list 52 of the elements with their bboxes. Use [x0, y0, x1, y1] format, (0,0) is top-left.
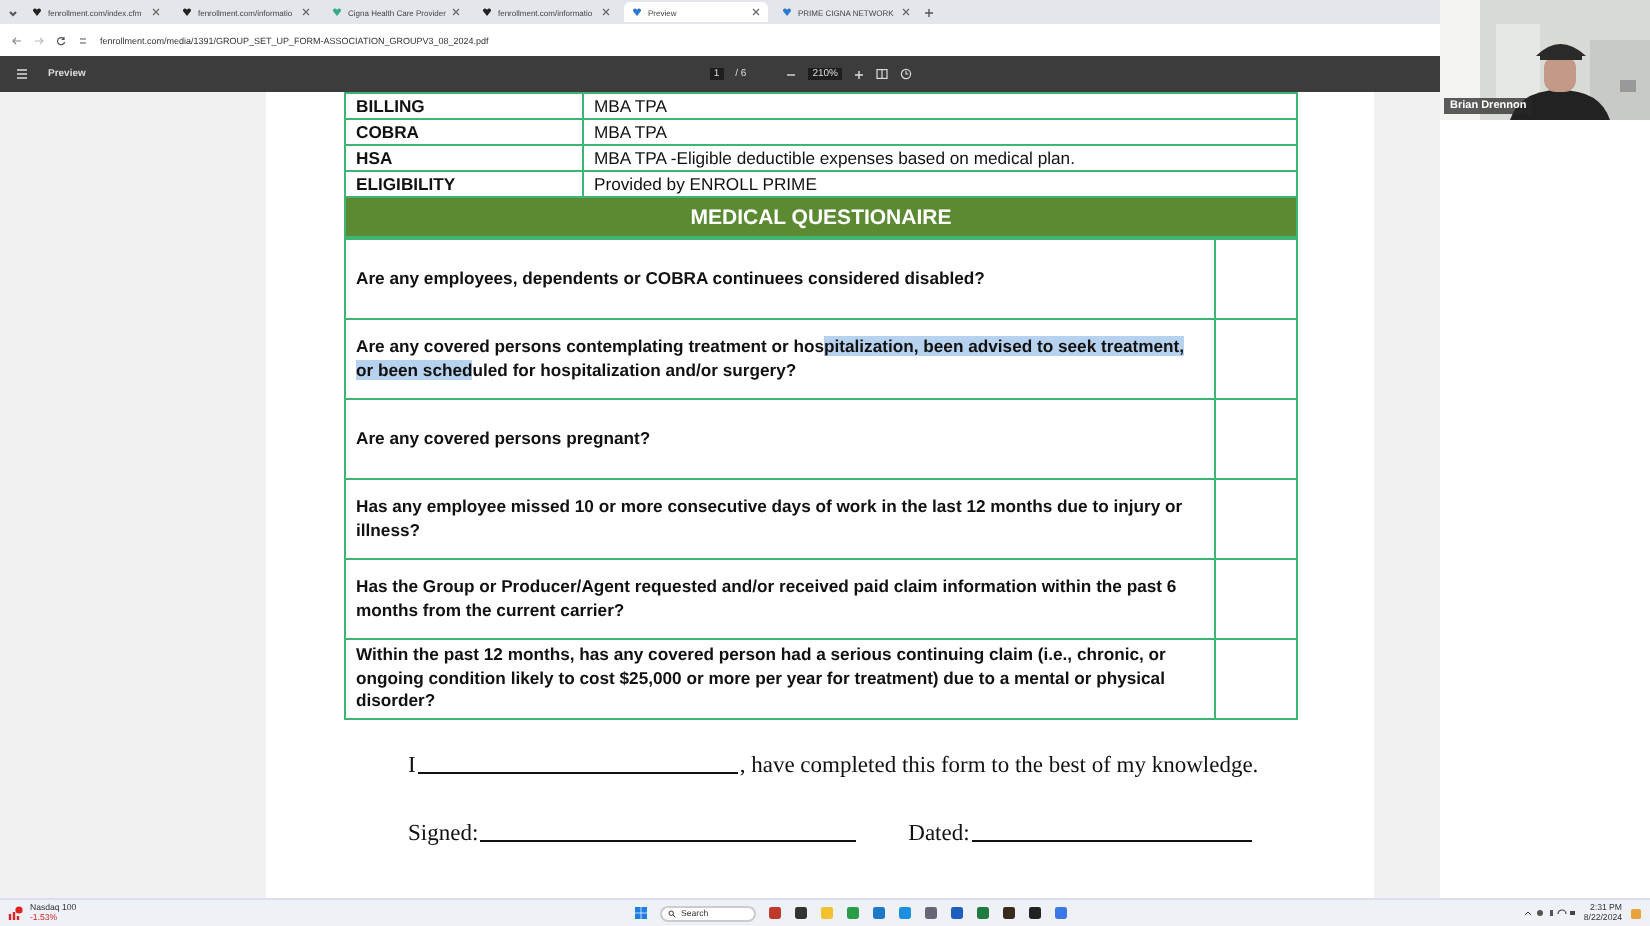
- question-cell: Are any employees, dependents or COBRA continuees considered disabled?: [345, 239, 1215, 319]
- close-icon[interactable]: [452, 8, 460, 16]
- close-icon[interactable]: [752, 8, 760, 16]
- site-icon: [332, 7, 342, 17]
- browser-icon[interactable]: [845, 906, 860, 920]
- question-cell: Has the Group or Producer/Agent requested and/or received paid claim information within the past 6 months from the current carrier?: [345, 559, 1215, 639]
- close-icon[interactable]: [302, 8, 310, 16]
- search-icon: [667, 909, 676, 917]
- close-icon[interactable]: [902, 8, 910, 16]
- answer-cell[interactable]: [1215, 559, 1297, 639]
- question-cell: Within the past 12 months, has any covered person had a serious continuing claim (i.e., chronic, or ongoing condition likely to cost $25,000 or more per year for treatment) due to a mental or physical disorder?: [345, 639, 1215, 719]
- signed-label: Signed:: [408, 822, 479, 846]
- stock-chart-icon[interactable]: [8, 905, 24, 921]
- question-cell: Are any covered persons pregnant?: [345, 399, 1215, 479]
- table-cell: MBA TPA: [583, 93, 1297, 119]
- site-icon: [182, 7, 192, 17]
- tab-menu-icon[interactable]: [8, 7, 18, 17]
- dated-label: Dated:: [908, 822, 970, 846]
- answer-cell[interactable]: [1215, 399, 1297, 479]
- table-cell: MBA TPA -Eligible deductible expenses based on medical plan.: [583, 145, 1297, 171]
- site-icon: [482, 7, 492, 17]
- attestation-text: I: [408, 754, 416, 778]
- answer-cell[interactable]: [1215, 319, 1297, 399]
- table-cell: BILLING: [345, 93, 583, 119]
- section-header: MEDICAL QUESTIONAIRE: [345, 197, 1297, 237]
- site-icon: [632, 7, 642, 17]
- close-icon[interactable]: [152, 8, 160, 16]
- back-icon[interactable]: [12, 35, 22, 45]
- new-tab-icon[interactable]: [924, 7, 934, 17]
- zoom-out-icon[interactable]: [786, 69, 797, 79]
- attestation-text: , have completed this form to the best of my knowledge.: [739, 754, 1259, 778]
- table-cell: HSA: [345, 145, 583, 171]
- question-cell: Has any employee missed 10 or more consecutive days of work in the last 12 months due to injury or illness?: [345, 479, 1215, 559]
- fit-page-icon[interactable]: [876, 68, 888, 80]
- answer-cell[interactable]: [1215, 639, 1297, 719]
- fill-in-line[interactable]: [971, 838, 1252, 842]
- zoom-in-icon[interactable]: [854, 69, 864, 79]
- browser-icon[interactable]: [897, 906, 912, 920]
- menu-icon[interactable]: [16, 68, 28, 80]
- answer-cell[interactable]: [1215, 479, 1297, 559]
- question-cell: Are any covered persons contemplating treatment or hospitalization, been advised to seek treatment, or been scheduled for hospitalization and/or surgery?: [345, 319, 1215, 399]
- table-cell: MBA TPA: [583, 119, 1297, 145]
- start-icon[interactable]: [633, 906, 648, 920]
- fill-in-line[interactable]: [417, 770, 738, 774]
- reload-icon[interactable]: [56, 35, 66, 45]
- close-icon[interactable]: [602, 8, 610, 16]
- site-icon: [32, 7, 42, 17]
- table-cell: COBRA: [345, 119, 583, 145]
- site-info-icon[interactable]: [78, 35, 88, 45]
- answer-cell[interactable]: [1215, 239, 1297, 319]
- fill-in-line[interactable]: [480, 838, 857, 842]
- site-icon: [782, 7, 792, 17]
